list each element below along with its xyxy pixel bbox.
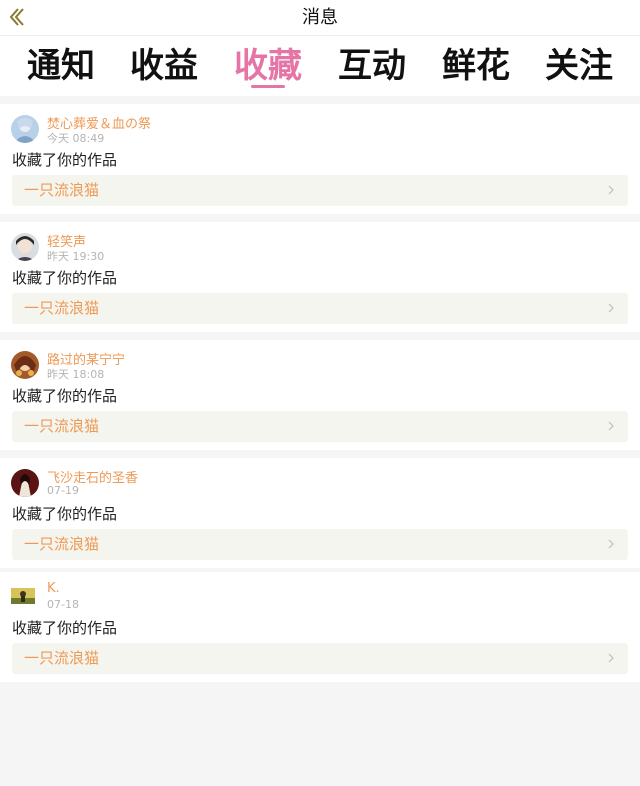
tab-interaction[interactable]: 互动 <box>327 42 417 90</box>
work-link[interactable]: 一只流浪猫 <box>12 643 628 674</box>
chevron-right-icon <box>608 653 614 663</box>
action-text: 收藏了你的作品 <box>12 619 118 637</box>
tab-favorites[interactable]: 收藏 <box>223 42 313 90</box>
work-title: 一只流浪猫 <box>24 535 100 553</box>
action-text: 收藏了你的作品 <box>12 151 118 169</box>
work-link[interactable]: 一只流浪猫 <box>12 293 628 324</box>
notification-item: 轻笑声 昨天 19:30 收藏了你的作品 一只流浪猫 <box>0 222 640 332</box>
timestamp: 昨天 19:30 <box>47 250 105 263</box>
timestamp: 07-18 <box>47 598 79 611</box>
tab-bar: 通知 收益 收藏 互动 鲜花 关注 <box>0 36 640 96</box>
work-title: 一只流浪猫 <box>24 181 100 199</box>
avatar[interactable] <box>11 233 39 261</box>
tab-flowers[interactable]: 鲜花 <box>431 42 521 90</box>
work-title: 一只流浪猫 <box>24 649 100 667</box>
notification-item: K. 07-18 收藏了你的作品 一只流浪猫 <box>0 572 640 682</box>
avatar[interactable] <box>11 115 39 143</box>
chevron-right-icon <box>608 185 614 195</box>
tab-notice[interactable]: 通知 <box>16 42 106 90</box>
notification-item: 飞沙走石的圣香 07-19 收藏了你的作品 一只流浪猫 <box>0 458 640 568</box>
avatar[interactable] <box>11 469 39 497</box>
tab-earnings[interactable]: 收益 <box>119 42 209 90</box>
avatar[interactable] <box>11 351 39 379</box>
avatar[interactable] <box>11 588 35 604</box>
action-text: 收藏了你的作品 <box>12 387 118 405</box>
avatar-image <box>11 115 39 143</box>
avatar-image <box>11 588 35 604</box>
notification-item: 焚心葬爱＆血の祭 今天 08:49 收藏了你的作品 一只流浪猫 <box>0 104 640 214</box>
notification-item: 路过的某宁宁 昨天 18:08 收藏了你的作品 一只流浪猫 <box>0 340 640 450</box>
timestamp: 今天 08:49 <box>47 132 105 145</box>
action-text: 收藏了你的作品 <box>12 505 118 523</box>
work-link[interactable]: 一只流浪猫 <box>12 529 628 560</box>
chevron-right-icon <box>608 303 614 313</box>
timestamp: 昨天 18:08 <box>47 368 105 381</box>
work-link[interactable]: 一只流浪猫 <box>12 175 628 206</box>
nav-bar: 消息 <box>0 0 640 36</box>
avatar-image <box>11 351 39 379</box>
active-tab-indicator <box>251 85 285 88</box>
tab-follow[interactable]: 关注 <box>534 42 624 90</box>
work-title: 一只流浪猫 <box>24 417 100 435</box>
work-title: 一只流浪猫 <box>24 299 100 317</box>
work-link[interactable]: 一只流浪猫 <box>12 411 628 442</box>
chevron-right-icon <box>608 539 614 549</box>
avatar-image <box>11 233 39 261</box>
action-text: 收藏了你的作品 <box>12 269 118 287</box>
timestamp: 07-19 <box>47 484 79 497</box>
page-title: 消息 <box>302 7 338 28</box>
chevron-right-icon <box>608 421 614 431</box>
username[interactable]: K. <box>47 581 60 596</box>
avatar-image <box>11 469 39 497</box>
